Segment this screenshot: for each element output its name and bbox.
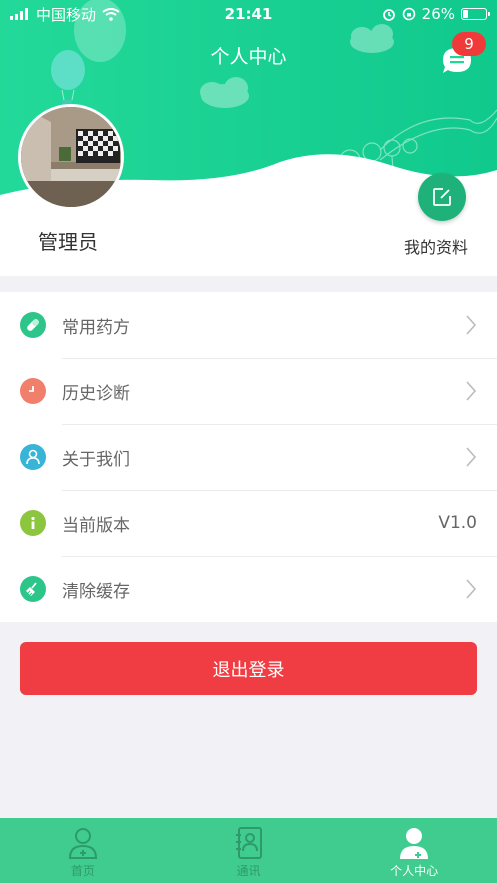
tab-label: 通讯 — [236, 864, 261, 878]
menu-item-diagnosis-history[interactable]: 历史诊断 — [0, 358, 497, 424]
contacts-icon — [235, 827, 262, 859]
chevron-right-icon — [465, 556, 477, 622]
tab-bar: 首页 通讯 个人中心 — [0, 818, 497, 883]
menu-item-current-version: 当前版本 V1.0 — [0, 490, 497, 556]
menu-icon-wrap — [20, 510, 46, 536]
edit-profile-button[interactable] — [418, 173, 466, 221]
alarm-icon — [382, 9, 395, 21]
tab-home[interactable]: 首页 — [0, 818, 166, 883]
menu-item-about-us[interactable]: 关于我们 — [0, 424, 497, 490]
battery-percent: 26% — [421, 5, 455, 23]
doctor-icon — [68, 828, 97, 859]
menu-icon-wrap — [20, 576, 46, 602]
menu-item-label: 清除缓存 — [62, 581, 130, 602]
profile-icon — [400, 828, 429, 859]
tab-contacts[interactable]: 通讯 — [166, 818, 332, 883]
username: 管理员 — [38, 230, 98, 254]
chevron-right-icon — [465, 424, 477, 490]
tab-label: 首页 — [70, 864, 95, 878]
edit-icon — [433, 188, 451, 206]
menu-item-clear-cache[interactable]: 清除缓存 — [0, 556, 497, 622]
info-icon — [31, 516, 35, 529]
menu-item-label: 当前版本 — [62, 515, 130, 536]
message-badge: 9 — [452, 32, 486, 56]
carrier-name: 中国移动 — [36, 5, 97, 24]
battery-icon — [461, 8, 490, 20]
user-icon — [26, 449, 40, 465]
battery-level — [463, 10, 469, 18]
menu-item-common-prescriptions[interactable]: 常用药方 — [0, 292, 497, 358]
broom-icon — [26, 582, 37, 596]
version-value: V1.0 — [438, 513, 477, 533]
tab-profile[interactable]: 个人中心 — [331, 818, 497, 883]
avatar-image — [21, 107, 121, 207]
avatar[interactable] — [18, 104, 124, 210]
page-title: 个人中心 — [210, 46, 287, 68]
menu-icon-wrap — [20, 444, 46, 470]
menu-item-label: 常用药方 — [62, 317, 130, 338]
tab-label: 个人中心 — [390, 864, 439, 878]
chevron-right-icon — [465, 292, 477, 358]
pill-icon — [27, 319, 39, 331]
menu-icon-wrap — [20, 378, 46, 404]
logout-button[interactable]: 退出登录 — [20, 642, 477, 695]
signal-icon — [10, 8, 28, 20]
status-bar: 中国移动 21:41 26% — [0, 0, 497, 28]
clock-icon — [29, 386, 34, 392]
wifi-icon — [102, 7, 120, 21]
menu-item-label: 历史诊断 — [62, 383, 130, 404]
settings-menu: 常用药方 历史诊断 关于我们 当前版本 V1.0 清除缓存 — [0, 292, 497, 622]
chevron-right-icon — [465, 358, 477, 424]
menu-icon-wrap — [20, 312, 46, 338]
profile-link[interactable]: 我的资料 — [404, 234, 468, 258]
rotation-lock-icon — [402, 7, 415, 21]
profile-header: 中国移动 21:41 26% 个人中心 9 管理员 我的资料 — [0, 0, 497, 276]
menu-item-label: 关于我们 — [62, 449, 130, 470]
